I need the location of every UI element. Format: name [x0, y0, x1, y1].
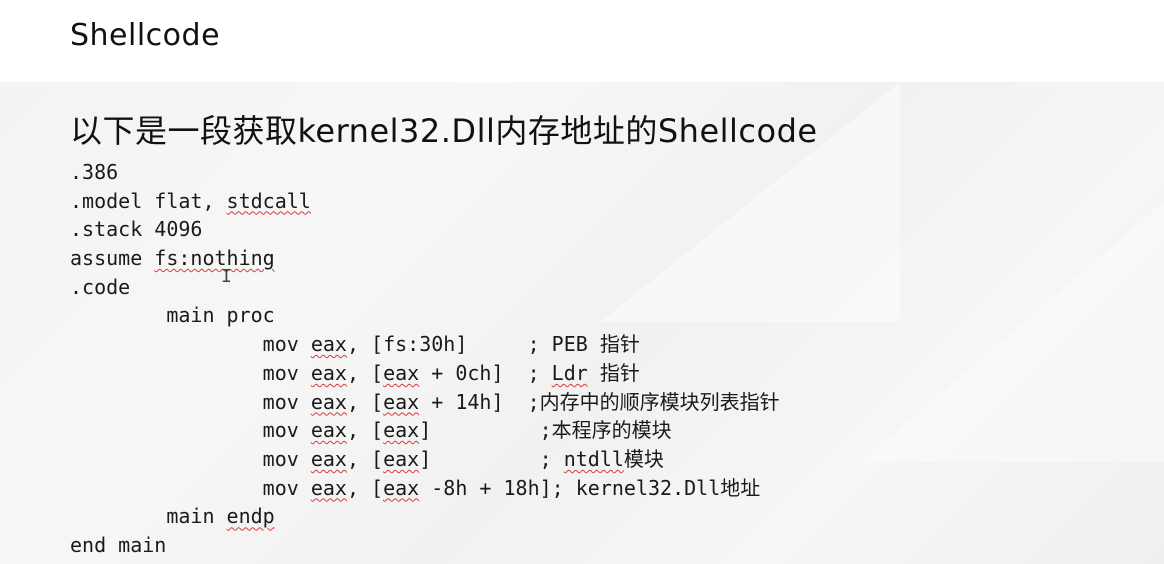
code-line: mov eax, [eax + 0ch] ; Ldr 指针	[70, 359, 780, 388]
code-line: .stack 4096	[70, 215, 780, 244]
spellcheck-flagged-token: ntdll	[563, 446, 624, 471]
spellcheck-flagged-token: eax	[310, 446, 347, 471]
code-token: mov	[70, 475, 311, 500]
code-line: main proc	[70, 301, 780, 330]
code-token: assume	[70, 246, 155, 271]
code-token: mov	[70, 332, 311, 357]
code-token: , [fs:30h] ; PEB 指针	[346, 332, 640, 357]
spellcheck-flagged-token: fs:nothing	[154, 246, 275, 271]
code-token: 指针	[587, 360, 640, 385]
code-token: mov	[70, 360, 311, 385]
code-token: , [	[346, 389, 384, 414]
code-token: mov	[70, 418, 311, 443]
spellcheck-flagged-token: eax	[383, 418, 420, 443]
code-token: .stack 4096	[70, 217, 203, 242]
code-token: .model flat,	[70, 188, 227, 213]
code-line: mov eax, [eax] ; ntdll模块	[70, 445, 780, 474]
spellcheck-flagged-token: eax	[310, 332, 347, 357]
code-token: mov	[70, 446, 311, 471]
code-line: mov eax, [fs:30h] ; PEB 指针	[70, 330, 780, 359]
spellcheck-flagged-token: eax	[310, 418, 347, 443]
spellcheck-flagged-token: stdcall	[226, 188, 311, 213]
background-facet	[860, 202, 1164, 462]
code-line: main endp	[70, 502, 780, 531]
code-line: end main	[70, 531, 780, 560]
code-token: ] ;	[419, 446, 564, 471]
code-token: , [	[346, 360, 384, 385]
code-token: main proc	[70, 303, 275, 328]
code-token: .code	[70, 274, 131, 299]
code-token: mov	[70, 389, 311, 414]
text-cursor-icon: I	[221, 266, 232, 287]
slide-title: Shellcode	[70, 18, 221, 53]
spellcheck-flagged-token: eax	[383, 446, 420, 471]
code-line: mov eax, [eax -8h + 18h]; kernel32.Dll地址	[70, 474, 780, 503]
code-token: + 14h] ;内存中的顺序模块列表指针	[419, 389, 780, 414]
spellcheck-flagged-token: eax	[383, 475, 420, 500]
code-token: -8h + 18h]; kernel32.Dll地址	[419, 475, 761, 500]
code-line: assume fs:nothing	[70, 244, 780, 273]
code-line: .model flat, stdcall	[70, 187, 780, 216]
code-token: main	[70, 504, 227, 529]
code-token: , [	[346, 418, 384, 443]
spellcheck-flagged-token: endp	[226, 504, 275, 529]
spellcheck-flagged-token: eax	[383, 360, 420, 385]
spellcheck-flagged-token: Ldr	[551, 360, 588, 385]
code-line: mov eax, [eax + 14h] ;内存中的顺序模块列表指针	[70, 388, 780, 417]
code-line: .386	[70, 158, 780, 187]
spellcheck-flagged-token: eax	[310, 475, 347, 500]
spellcheck-flagged-token: eax	[383, 389, 420, 414]
code-line: mov eax, [eax] ;本程序的模块	[70, 416, 780, 445]
code-token: + 0ch] ;	[419, 360, 552, 385]
code-token: .386	[70, 160, 119, 184]
code-token: end main	[70, 532, 167, 557]
code-token: , [	[346, 475, 384, 500]
spellcheck-flagged-token: eax	[310, 360, 347, 385]
code-token: 模块	[623, 446, 664, 471]
code-line: .code	[70, 273, 780, 302]
code-token: ] ;本程序的模块	[419, 418, 672, 443]
code-token: , [	[346, 446, 384, 471]
slide-subtitle: 以下是一段获取kernel32.Dll内存地址的Shellcode	[70, 112, 818, 150]
code-block: .386 .model flat, stdcall .stack 4096 assum…	[70, 158, 780, 560]
spellcheck-flagged-token: eax	[310, 389, 347, 414]
